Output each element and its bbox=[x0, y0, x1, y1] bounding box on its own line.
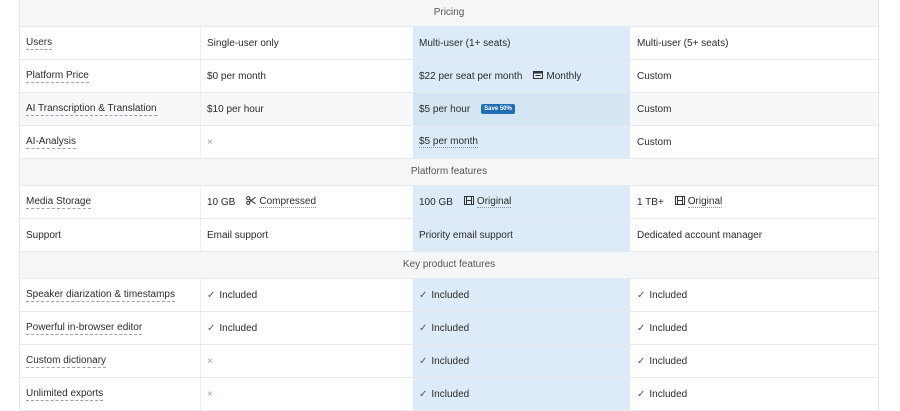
section-platform-features: Platform features bbox=[20, 159, 878, 186]
included-text: Included bbox=[219, 322, 258, 334]
feature-label-ai-analysis[interactable]: AI-Analysis bbox=[26, 136, 77, 149]
save-badge: Save 50% bbox=[481, 104, 515, 114]
cell-ai-analysis-c: Custom bbox=[637, 136, 672, 148]
row-diarization: Speaker diarization & timestamps ✓ Includ… bbox=[20, 279, 878, 312]
cross-icon: × bbox=[207, 355, 213, 367]
feature-label-ai-transcription[interactable]: AI Transcription & Translation bbox=[26, 103, 157, 116]
included-text: Included bbox=[649, 388, 688, 400]
cell-ai-trans-b: $5 per hour Save 50% bbox=[413, 93, 630, 125]
scissors-icon bbox=[246, 196, 257, 208]
row-exports: Unlimited exports × ✓ Included ✓ Included bbox=[20, 378, 878, 411]
check-icon: ✓ bbox=[419, 355, 428, 367]
storage-a-value: 10 GB bbox=[207, 196, 236, 208]
check-icon: ✓ bbox=[207, 322, 216, 334]
row-editor: Powerful in-browser editor ✓ Included ✓ In… bbox=[20, 312, 878, 345]
included-text: Included bbox=[649, 322, 688, 334]
check-icon: ✓ bbox=[637, 355, 646, 367]
feature-label-users[interactable]: Users bbox=[26, 37, 53, 50]
feature-label-dictionary[interactable]: Custom dictionary bbox=[26, 355, 107, 368]
storage-c-original[interactable]: Original bbox=[687, 196, 723, 208]
check-icon: ✓ bbox=[207, 289, 216, 301]
storage-a-compressed[interactable]: Compressed bbox=[259, 196, 317, 208]
check-icon: ✓ bbox=[637, 388, 646, 400]
row-media-storage: Media Storage 10 GB Compressed 100 GB Or… bbox=[20, 186, 878, 219]
cell-users-a: Single-user only bbox=[200, 27, 413, 59]
section-key-product-features: Key product features bbox=[20, 252, 878, 279]
feature-label-media-storage[interactable]: Media Storage bbox=[26, 196, 92, 209]
section-pricing: Pricing bbox=[20, 0, 878, 27]
cell-price-b: $22 per seat per month Monthly bbox=[413, 60, 630, 92]
row-ai-transcription: AI Transcription & Translation $10 per h… bbox=[20, 93, 878, 126]
row-users: Users Single-user only Multi-user (1+ se… bbox=[20, 27, 878, 60]
cell-support-c: Dedicated account manager bbox=[637, 229, 763, 241]
included-text: Included bbox=[431, 355, 470, 367]
ai-analysis-b-value[interactable]: $5 per month bbox=[419, 136, 478, 148]
feature-label-platform-price[interactable]: Platform Price bbox=[26, 70, 89, 83]
row-dictionary: Custom dictionary × ✓ Included ✓ Included bbox=[20, 345, 878, 378]
film-icon bbox=[674, 196, 685, 208]
price-b-value: $22 per seat per month bbox=[419, 70, 523, 82]
feature-label-exports[interactable]: Unlimited exports bbox=[26, 388, 104, 401]
row-ai-analysis: AI-Analysis × $5 per month Custom bbox=[20, 126, 878, 159]
cross-icon: × bbox=[207, 136, 213, 148]
ai-trans-b-value: $5 per hour bbox=[419, 103, 471, 115]
storage-b-original[interactable]: Original bbox=[476, 196, 512, 208]
included-text: Included bbox=[219, 289, 258, 301]
check-icon: ✓ bbox=[419, 289, 428, 301]
feature-label-editor[interactable]: Powerful in-browser editor bbox=[26, 322, 143, 335]
included-text: Included bbox=[431, 388, 470, 400]
included-text: Included bbox=[649, 355, 688, 367]
pricing-comparison-table: Pricing Users Single-user only Multi-use… bbox=[19, 0, 879, 411]
check-icon: ✓ bbox=[419, 322, 428, 334]
cell-ai-trans-c: Custom bbox=[637, 103, 672, 115]
cell-support-b: Priority email support bbox=[413, 219, 630, 251]
check-icon: ✓ bbox=[637, 289, 646, 301]
billing-monthly: Monthly bbox=[546, 70, 582, 82]
calendar-icon bbox=[533, 70, 544, 82]
storage-b-value: 100 GB bbox=[419, 196, 453, 208]
film-icon bbox=[463, 196, 474, 208]
check-icon: ✓ bbox=[637, 322, 646, 334]
cell-price-a: $0 per month bbox=[200, 60, 413, 92]
feature-label-diarization[interactable]: Speaker diarization & timestamps bbox=[26, 289, 175, 302]
row-platform-price: Platform Price $0 per month $22 per seat… bbox=[20, 60, 878, 93]
included-text: Included bbox=[431, 289, 470, 301]
cell-price-c: Custom bbox=[637, 70, 672, 82]
storage-c-value: 1 TB+ bbox=[637, 196, 664, 208]
cell-users-c: Multi-user (5+ seats) bbox=[637, 37, 729, 49]
included-text: Included bbox=[649, 289, 688, 301]
cell-users-b: Multi-user (1+ seats) bbox=[413, 27, 630, 59]
check-icon: ✓ bbox=[419, 388, 428, 400]
row-support: Support Email support Priority email sup… bbox=[20, 219, 878, 252]
cell-ai-trans-a: $10 per hour bbox=[200, 93, 413, 125]
cross-icon: × bbox=[207, 388, 213, 400]
feature-label-support: Support bbox=[26, 229, 62, 241]
cell-support-a: Email support bbox=[200, 219, 413, 251]
included-text: Included bbox=[431, 322, 470, 334]
